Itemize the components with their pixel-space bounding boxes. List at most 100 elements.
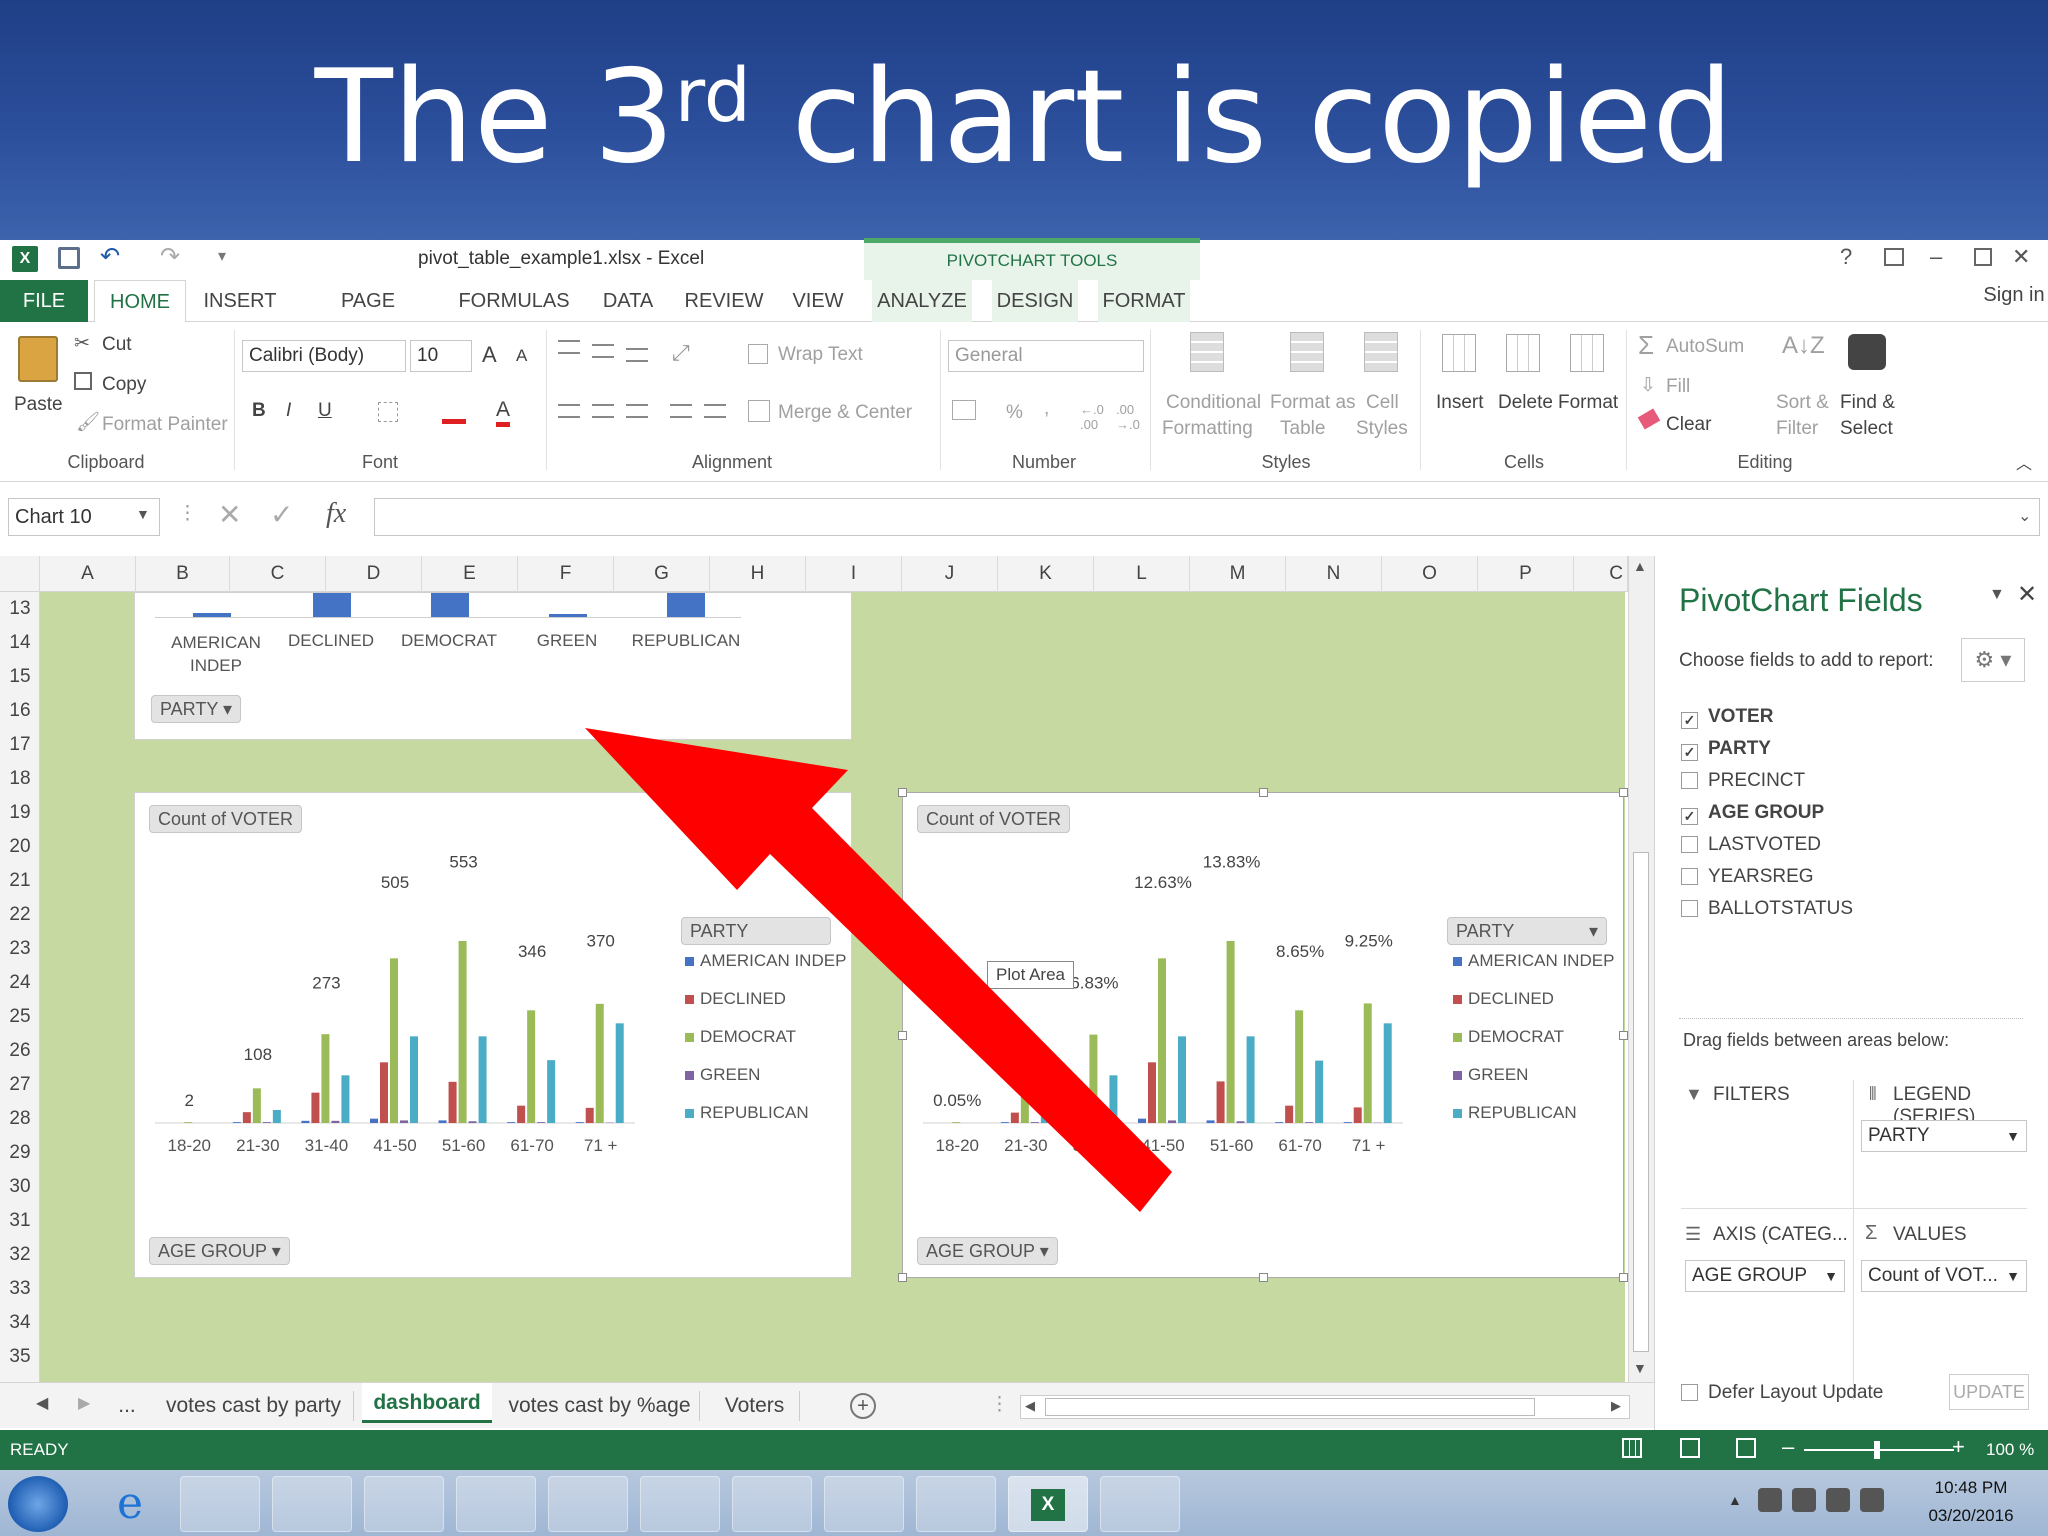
column-header[interactable]: P (1478, 556, 1574, 592)
comma-button[interactable]: , (1044, 398, 1049, 420)
sheet-tab-dashboard[interactable]: dashboard (362, 1383, 492, 1423)
restore-icon[interactable] (1974, 248, 1992, 266)
column-header[interactable]: M (1190, 556, 1286, 592)
column-header[interactable]: F (518, 556, 614, 592)
customize-quick-access-icon[interactable]: ▾ (218, 246, 226, 266)
worksheet-area[interactable]: AMERICAN INDEP DECLINED DEMOCRAT GREEN R… (40, 592, 1628, 1382)
sheet-tab-votes-cast-by-age[interactable]: votes cast by %age (500, 1391, 700, 1421)
tray-icon[interactable] (1792, 1488, 1816, 1512)
expand-formula-bar-icon[interactable]: ⌄ (2018, 506, 2031, 526)
field-ballotstatus[interactable]: BALLOTSTATUS (1681, 898, 1853, 920)
tab-format[interactable]: FORMAT (1098, 280, 1190, 322)
tray-icon[interactable] (1758, 1488, 1782, 1512)
column-header[interactable]: B (136, 556, 230, 592)
tab-formulas[interactable]: FORMULAS (456, 280, 572, 322)
collapse-ribbon-icon[interactable]: ︿ (2016, 450, 2032, 474)
conditional-formatting-button[interactable]: Conditional (1166, 392, 1261, 414)
align-left-icon[interactable] (558, 404, 580, 418)
row-header[interactable]: 22 (0, 898, 40, 932)
horizontal-scrollbar[interactable]: ◀ ▶ (1020, 1395, 1630, 1419)
number-format-combo[interactable]: General (948, 340, 1144, 372)
shrink-font-button[interactable]: A (516, 346, 527, 366)
zoom-slider[interactable] (1804, 1441, 1954, 1459)
word-icon[interactable] (456, 1476, 536, 1532)
column-header[interactable]: D (326, 556, 422, 592)
grow-font-button[interactable]: A (482, 342, 497, 368)
pane-close-icon[interactable]: ✕ (2017, 580, 2037, 609)
excel-taskbar-icon[interactable]: X (1008, 1476, 1088, 1532)
row-header[interactable]: 20 (0, 830, 40, 864)
field-yearsreg[interactable]: YEARSREG (1681, 866, 1814, 888)
row-header[interactable]: 17 (0, 728, 40, 762)
horizontal-scroll-thumb[interactable] (1045, 1398, 1535, 1416)
start-button-icon[interactable] (8, 1476, 68, 1532)
column-header[interactable]: G (614, 556, 710, 592)
sheet-tab-votes-cast-by-party[interactable]: votes cast by party (154, 1391, 354, 1421)
field-precinct[interactable]: PRECINCT (1681, 770, 1805, 792)
tab-data[interactable]: DATA (594, 280, 662, 322)
zoom-slider-thumb[interactable] (1874, 1441, 1880, 1459)
tray-icon[interactable] (1826, 1488, 1850, 1512)
app-icon[interactable] (548, 1476, 628, 1532)
tab-page-layout[interactable]: PAGE LAYOUT (300, 280, 436, 354)
row-header[interactable]: 23 (0, 932, 40, 966)
row-header[interactable]: 26 (0, 1034, 40, 1068)
more-sheets-button[interactable]: ... (112, 1391, 142, 1421)
autosum-button[interactable]: AutoSum (1666, 336, 1744, 358)
copy-button[interactable]: Copy (102, 374, 146, 396)
row-header[interactable]: 13 (0, 592, 40, 626)
insert-cells-button[interactable]: Insert (1436, 392, 1484, 414)
tab-analyze[interactable]: ANALYZE (872, 280, 972, 322)
sort-filter-button[interactable]: Sort & (1776, 392, 1829, 414)
zoom-level[interactable]: 100 % (1986, 1440, 2034, 1460)
cell-styles-button[interactable]: Cell (1366, 392, 1399, 414)
field-party[interactable]: ✓ PARTY (1681, 738, 1771, 761)
tab-view[interactable]: VIEW (786, 280, 850, 322)
column-header[interactable]: K (998, 556, 1094, 592)
fill-button[interactable]: Fill (1666, 376, 1690, 398)
pane-options-icon[interactable]: ▼ (1989, 586, 2005, 604)
column-header[interactable]: A (40, 556, 136, 592)
powerpoint-icon[interactable] (1100, 1476, 1180, 1532)
align-bottom-icon[interactable] (626, 348, 648, 362)
column-header[interactable]: C (1574, 556, 1628, 592)
bold-button[interactable]: B (252, 400, 266, 422)
row-header[interactable]: 27 (0, 1068, 40, 1102)
enter-icon[interactable]: ✓ (270, 498, 293, 531)
row-header[interactable]: 21 (0, 864, 40, 898)
values-field-count[interactable]: Count of VOT... ▼ (1861, 1260, 2027, 1292)
normal-view-icon[interactable] (1622, 1438, 1642, 1458)
column-header[interactable]: J (902, 556, 998, 592)
format-painter-button[interactable]: Format Painter (102, 414, 228, 436)
redo-icon[interactable]: ↷ (160, 242, 180, 271)
column-header[interactable]: L (1094, 556, 1190, 592)
tab-design[interactable]: DESIGN (992, 280, 1078, 322)
font-color-button[interactable]: A (496, 398, 511, 427)
tab-insert[interactable]: INSERT (200, 280, 280, 322)
row-header[interactable]: 31 (0, 1204, 40, 1238)
paste-button[interactable]: Paste (14, 394, 63, 416)
find-select-button[interactable]: Find & (1840, 392, 1895, 414)
ribbon-display-icon[interactable] (1884, 248, 1904, 266)
borders-icon[interactable] (378, 402, 398, 422)
align-top-icon[interactable] (558, 340, 580, 354)
delete-cells-button[interactable]: Delete (1498, 392, 1553, 414)
column-header[interactable]: N (1286, 556, 1382, 592)
tab-home[interactable]: HOME (94, 280, 186, 323)
wrap-text-button[interactable]: Wrap Text (778, 344, 863, 366)
notepad-icon[interactable] (640, 1476, 720, 1532)
tab-review[interactable]: REVIEW (684, 280, 764, 322)
tab-splitter-icon[interactable]: ⋮ (990, 1393, 1009, 1416)
percent-button[interactable]: % (1006, 402, 1023, 424)
row-header[interactable]: 32 (0, 1238, 40, 1272)
gear-icon[interactable]: ⚙ ▾ (1961, 638, 2025, 682)
scroll-left-icon[interactable]: ◀ (1025, 1398, 1035, 1414)
merge-center-button[interactable]: Merge & Center (778, 402, 912, 424)
row-header[interactable]: 14 (0, 626, 40, 660)
page-layout-view-icon[interactable] (1680, 1438, 1700, 1458)
chrome-icon[interactable] (732, 1476, 812, 1532)
row-header[interactable]: 33 (0, 1272, 40, 1306)
show-hidden-icons[interactable]: ▲ (1728, 1492, 1742, 1508)
tab-scroll-left-icon[interactable]: ◀ (36, 1393, 48, 1413)
decrease-decimal-button[interactable]: .00 →.0 (1116, 402, 1142, 432)
